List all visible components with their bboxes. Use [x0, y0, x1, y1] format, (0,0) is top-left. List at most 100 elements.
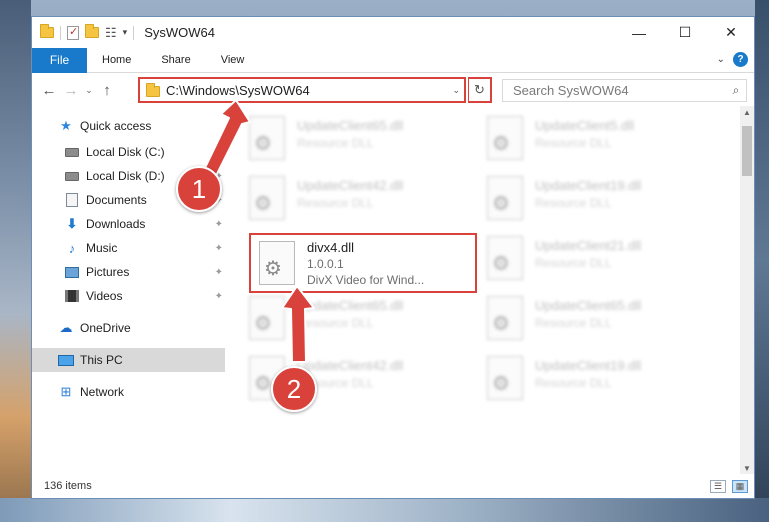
- search-input[interactable]: Search SysWOW64: [503, 83, 726, 98]
- file-tile[interactable]: UpdateClient42.dll Resource DLL: [229, 354, 455, 410]
- dll-file-icon: [487, 296, 523, 340]
- step-1-badge: 1: [176, 166, 222, 212]
- file-name: UpdateClient65.dll: [297, 118, 404, 133]
- sidebar-item-label: Documents: [86, 193, 147, 207]
- scrollbar-thumb[interactable]: [742, 126, 752, 176]
- customize-view-icon[interactable]: ☷: [105, 25, 117, 41]
- file-name: UpdateClient19.dll: [535, 178, 642, 193]
- file-tile[interactable]: UpdateClient65.dll Resource DLL: [467, 294, 693, 350]
- vertical-scrollbar[interactable]: ▲ ▼: [740, 106, 754, 476]
- dll-file-icon: [249, 296, 285, 340]
- status-bar: 136 items ☰ ▦: [32, 474, 754, 498]
- pc-icon: [58, 352, 74, 368]
- file-tile[interactable]: UpdateClient19.dll Resource DLL: [467, 354, 693, 410]
- file-name: UpdateClient5.dll: [535, 118, 635, 133]
- sidebar-item-label: Local Disk (D:): [86, 169, 165, 183]
- file-description: Resource DLL: [297, 196, 374, 210]
- scroll-up-icon[interactable]: ▲: [740, 106, 754, 120]
- sidebar-item-videos[interactable]: Videos ✦: [32, 284, 225, 308]
- highlighted-file-divx4[interactable]: divx4.dll 1.0.0.1 DivX Video for Wind...: [249, 233, 477, 293]
- tab-view[interactable]: View: [206, 48, 260, 73]
- file-description: Resource DLL: [535, 136, 612, 150]
- new-folder-icon[interactable]: [85, 24, 99, 38]
- file-version: 1.0.0.1: [307, 257, 344, 271]
- item-count: 136 items: [44, 480, 92, 492]
- file-tile[interactable]: UpdateClient65.dll Resource DLL: [229, 294, 455, 350]
- file-name: UpdateClient65.dll: [297, 298, 404, 313]
- sidebar-item-label: Quick access: [80, 119, 152, 133]
- tab-file[interactable]: File: [32, 47, 87, 73]
- details-view-icon[interactable]: ☰: [710, 479, 726, 493]
- pin-icon[interactable]: ✦: [215, 291, 223, 302]
- file-tile[interactable]: divx4.dll 1.0.0.1 DivX Video for Wind...: [251, 235, 475, 291]
- sidebar-item-quick-access[interactable]: ★ Quick access: [32, 112, 225, 140]
- ribbon-tabs: File Home Share View ⌄ ?: [32, 47, 754, 73]
- sidebar-item-onedrive[interactable]: ☁ OneDrive: [32, 316, 225, 340]
- file-name: UpdateClient19.dll: [535, 358, 642, 373]
- dll-file-icon: [249, 176, 285, 220]
- file-list: UpdateClient65.dll Resource DLL UpdateCl…: [229, 112, 742, 470]
- file-name: UpdateClient42.dll: [297, 358, 404, 373]
- file-description: Resource DLL: [297, 316, 374, 330]
- expand-ribbon-icon[interactable]: ⌄: [717, 54, 725, 65]
- sidebar-item-this-pc[interactable]: This PC: [32, 348, 225, 372]
- tab-share[interactable]: Share: [146, 48, 205, 73]
- window-title: SysWOW64: [144, 25, 215, 40]
- file-tile[interactable]: UpdateClient42.dll Resource DLL: [229, 174, 455, 230]
- videos-icon: [64, 288, 80, 304]
- sidebar-item-music[interactable]: ♪ Music ✦: [32, 236, 225, 260]
- sidebar-item-pictures[interactable]: Pictures ✦: [32, 260, 225, 284]
- sidebar-item-network[interactable]: ⊞ Network: [32, 380, 225, 404]
- pin-icon[interactable]: ✦: [215, 147, 223, 158]
- folder-icon: [40, 24, 54, 38]
- back-button[interactable]: ←: [38, 82, 60, 99]
- file-tile[interactable]: UpdateClient19.dll Resource DLL: [467, 174, 693, 230]
- sidebar-item-label: This PC: [80, 353, 123, 367]
- dll-file-icon: [487, 236, 523, 280]
- drive-icon: [64, 168, 80, 184]
- desktop-background-right: [755, 0, 769, 522]
- refresh-button[interactable]: ↻: [468, 77, 492, 103]
- search-icon: ⌕: [732, 83, 740, 97]
- file-name: UpdateClient42.dll: [297, 178, 404, 193]
- folder-icon: [146, 83, 160, 97]
- file-tile[interactable]: UpdateClient21.dll Resource DLL: [467, 234, 693, 290]
- dll-file-icon: [259, 241, 295, 285]
- dll-file-icon: [249, 116, 285, 160]
- sidebar-item-downloads[interactable]: ⬇ Downloads ✦: [32, 212, 225, 236]
- quick-access-toolbar: ☷ ▾: [32, 24, 135, 41]
- help-icon[interactable]: ?: [733, 52, 748, 67]
- file-name: divx4.dll: [307, 240, 354, 255]
- title-bar: ☷ ▾ SysWOW64 — ☐ ✕: [32, 17, 754, 48]
- minimize-button[interactable]: —: [616, 17, 662, 48]
- pin-icon[interactable]: ✦: [215, 243, 223, 254]
- sidebar-item-local-disk-c[interactable]: Local Disk (C:) ✦: [32, 140, 225, 164]
- tiles-view-icon[interactable]: ▦: [732, 479, 748, 493]
- properties-icon[interactable]: [67, 25, 79, 40]
- sidebar-item-label: Network: [80, 385, 125, 399]
- pin-icon[interactable]: ✦: [215, 267, 223, 278]
- address-dropdown-icon[interactable]: ⌄: [452, 85, 460, 96]
- address-bar[interactable]: C:\Windows\SysWOW64 ⌄: [138, 77, 466, 103]
- sidebar-item-label: Pictures: [86, 265, 130, 279]
- customize-toolbar-dropdown-icon[interactable]: ▾: [123, 27, 128, 38]
- file-tile[interactable]: UpdateClient5.dll Resource DLL: [467, 114, 693, 170]
- toolbar-divider: [133, 25, 135, 40]
- sidebar-item-label: Local Disk (C:): [86, 145, 165, 159]
- close-button[interactable]: ✕: [708, 17, 754, 48]
- download-icon: ⬇: [66, 216, 78, 231]
- pin-icon[interactable]: ✦: [215, 219, 223, 230]
- forward-button[interactable]: →: [60, 82, 82, 99]
- maximize-button[interactable]: ☐: [662, 17, 708, 48]
- search-box[interactable]: Search SysWOW64 ⌕: [502, 79, 747, 102]
- file-description: Resource DLL: [297, 136, 374, 150]
- recent-locations-dropdown[interactable]: ⌄: [82, 85, 96, 96]
- address-path[interactable]: C:\Windows\SysWOW64: [166, 83, 452, 98]
- tab-home[interactable]: Home: [87, 48, 146, 73]
- step-2-badge: 2: [271, 366, 317, 412]
- file-tile[interactable]: UpdateClient65.dll Resource DLL: [229, 114, 455, 170]
- drive-icon: [64, 144, 80, 160]
- network-icon: ⊞: [60, 384, 72, 399]
- explorer-window: ☷ ▾ SysWOW64 — ☐ ✕ File Home Share View …: [31, 16, 755, 499]
- up-button[interactable]: ↑: [96, 82, 118, 99]
